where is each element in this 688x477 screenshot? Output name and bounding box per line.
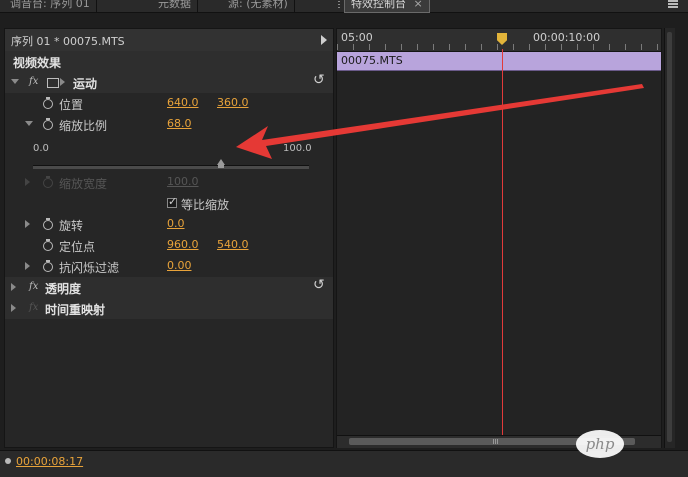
clip-title: 序列 01 * 00075.MTS [11,35,125,48]
stopwatch-icon [43,176,53,188]
fx-icon[interactable]: fx [29,281,38,292]
stopwatch-icon[interactable] [43,239,53,251]
rotation-disclosure-icon[interactable] [25,220,30,228]
scale-slider-track[interactable] [33,165,309,169]
anchor-point-y-value[interactable]: 540.0 [217,238,249,251]
anti-flicker-value[interactable]: 0.00 [167,259,192,272]
php-watermark: php [576,430,624,458]
motion-label: 运动 [73,77,98,91]
tab-metadata[interactable]: 元数据 [152,0,198,12]
ruler-ticks [337,44,661,50]
effect-controls-panel: 序列 01 * 00075.MTS 视频效果 fx 运动 ↺ 位置 640.0 … [4,28,334,448]
reset-icon[interactable]: ↺ [313,277,325,293]
playhead-line [502,49,503,447]
scale-width-disclosure-icon [25,178,30,186]
vertical-scrollbar[interactable] [664,28,675,448]
ruler-mark-time: 00:00:10:00 [533,31,601,44]
tab-audio-mixer[interactable]: 调音台: 序列 01 [4,0,97,12]
tab-effect-controls-label: 特效控制台 [351,0,406,10]
reset-icon[interactable]: ↺ [313,72,325,88]
scale-slider-min: 0.0 [33,143,49,154]
stopwatch-icon[interactable] [43,260,53,272]
panel-menu-icon[interactable] [668,0,678,8]
stopwatch-icon[interactable] [43,118,53,130]
fx-icon: fx [29,302,39,313]
timecode-indicator-icon [5,458,11,464]
property-row-anti-flicker: 抗闪烁过滤 0.00 [5,256,333,277]
position-y-value[interactable]: 360.0 [217,96,249,109]
anti-flicker-disclosure-icon[interactable] [25,262,30,270]
motion-icon[interactable] [47,78,59,88]
uniform-scale-checkbox[interactable] [167,195,177,208]
tab-source[interactable]: 源: (无素材) [222,0,295,12]
uniform-scale-label: 等比缩放 [181,198,230,212]
tab-effect-controls[interactable]: 特效控制台 × [344,0,430,13]
motion-expand-icon[interactable] [60,78,65,86]
scale-disclosure-icon[interactable] [25,121,33,126]
scale-width-value: 100.0 [167,175,199,188]
property-row-position: 位置 640.0 360.0 [5,93,333,114]
scrollbar-grip-icon [493,439,499,444]
position-x-value[interactable]: 640.0 [167,96,199,109]
scale-width-label: 缩放宽度 [59,177,108,191]
anti-flicker-label: 抗闪烁过滤 [59,261,120,275]
time-ruler[interactable]: 05:00 00:00:10:00 [337,29,661,52]
property-row-anchor-point: 定位点 960.0 540.0 [5,235,333,256]
timeline-clip[interactable]: 00075.MTS [337,52,661,71]
rotation-value[interactable]: 0.0 [167,217,185,230]
scale-value[interactable]: 68.0 [167,117,192,130]
time-remapping-label: 时间重映射 [45,303,106,317]
property-row-uniform-scale: 等比缩放 [5,193,333,214]
scale-slider-max: 100.0 [283,143,312,154]
video-effects-header: 视频效果 [5,51,333,72]
effect-row-motion[interactable]: fx 运动 ↺ [5,72,333,93]
rotation-label: 旋转 [59,219,84,233]
tab-close-icon[interactable]: × [414,0,423,10]
vertical-scrollbar-thumb[interactable] [667,32,672,442]
disclosure-triangle-icon[interactable] [11,283,16,291]
property-row-rotation: 旋转 0.0 [5,214,333,235]
stopwatch-icon[interactable] [43,218,53,230]
current-timecode[interactable]: 00:00:08:17 [16,455,83,468]
effect-row-time-remapping[interactable]: fx 时间重映射 [5,298,333,319]
position-label: 位置 [59,98,84,112]
opacity-label: 透明度 [45,282,82,296]
disclosure-triangle-icon[interactable] [11,79,19,84]
scale-label: 缩放比例 [59,119,108,133]
effect-timeline-panel: 05:00 00:00:10:00 00075.MTS [336,28,662,448]
anchor-point-label: 定位点 [59,240,96,254]
property-row-scale: 缩放比例 68.0 [5,114,333,135]
scale-slider-thumb[interactable] [217,159,225,168]
play-icon[interactable] [321,35,327,45]
anchor-point-x-value[interactable]: 960.0 [167,238,199,251]
ruler-start-time: 05:00 [341,31,373,44]
stopwatch-icon[interactable] [43,97,53,109]
clip-header: 序列 01 * 00075.MTS [5,29,333,52]
fx-icon[interactable]: fx [29,76,38,87]
timeline-clip-name: 00075.MTS [341,54,403,67]
video-effects-title: 视频效果 [13,56,62,70]
tab-grip-icon[interactable] [338,1,340,10]
effect-row-opacity[interactable]: fx 透明度 ↺ [5,277,333,298]
property-row-scale-width: 缩放宽度 100.0 [5,172,333,193]
disclosure-triangle-icon[interactable] [11,304,16,312]
panel-tab-bar: 调音台: 序列 01 元数据 源: (无素材) 特效控制台 × [0,0,688,13]
